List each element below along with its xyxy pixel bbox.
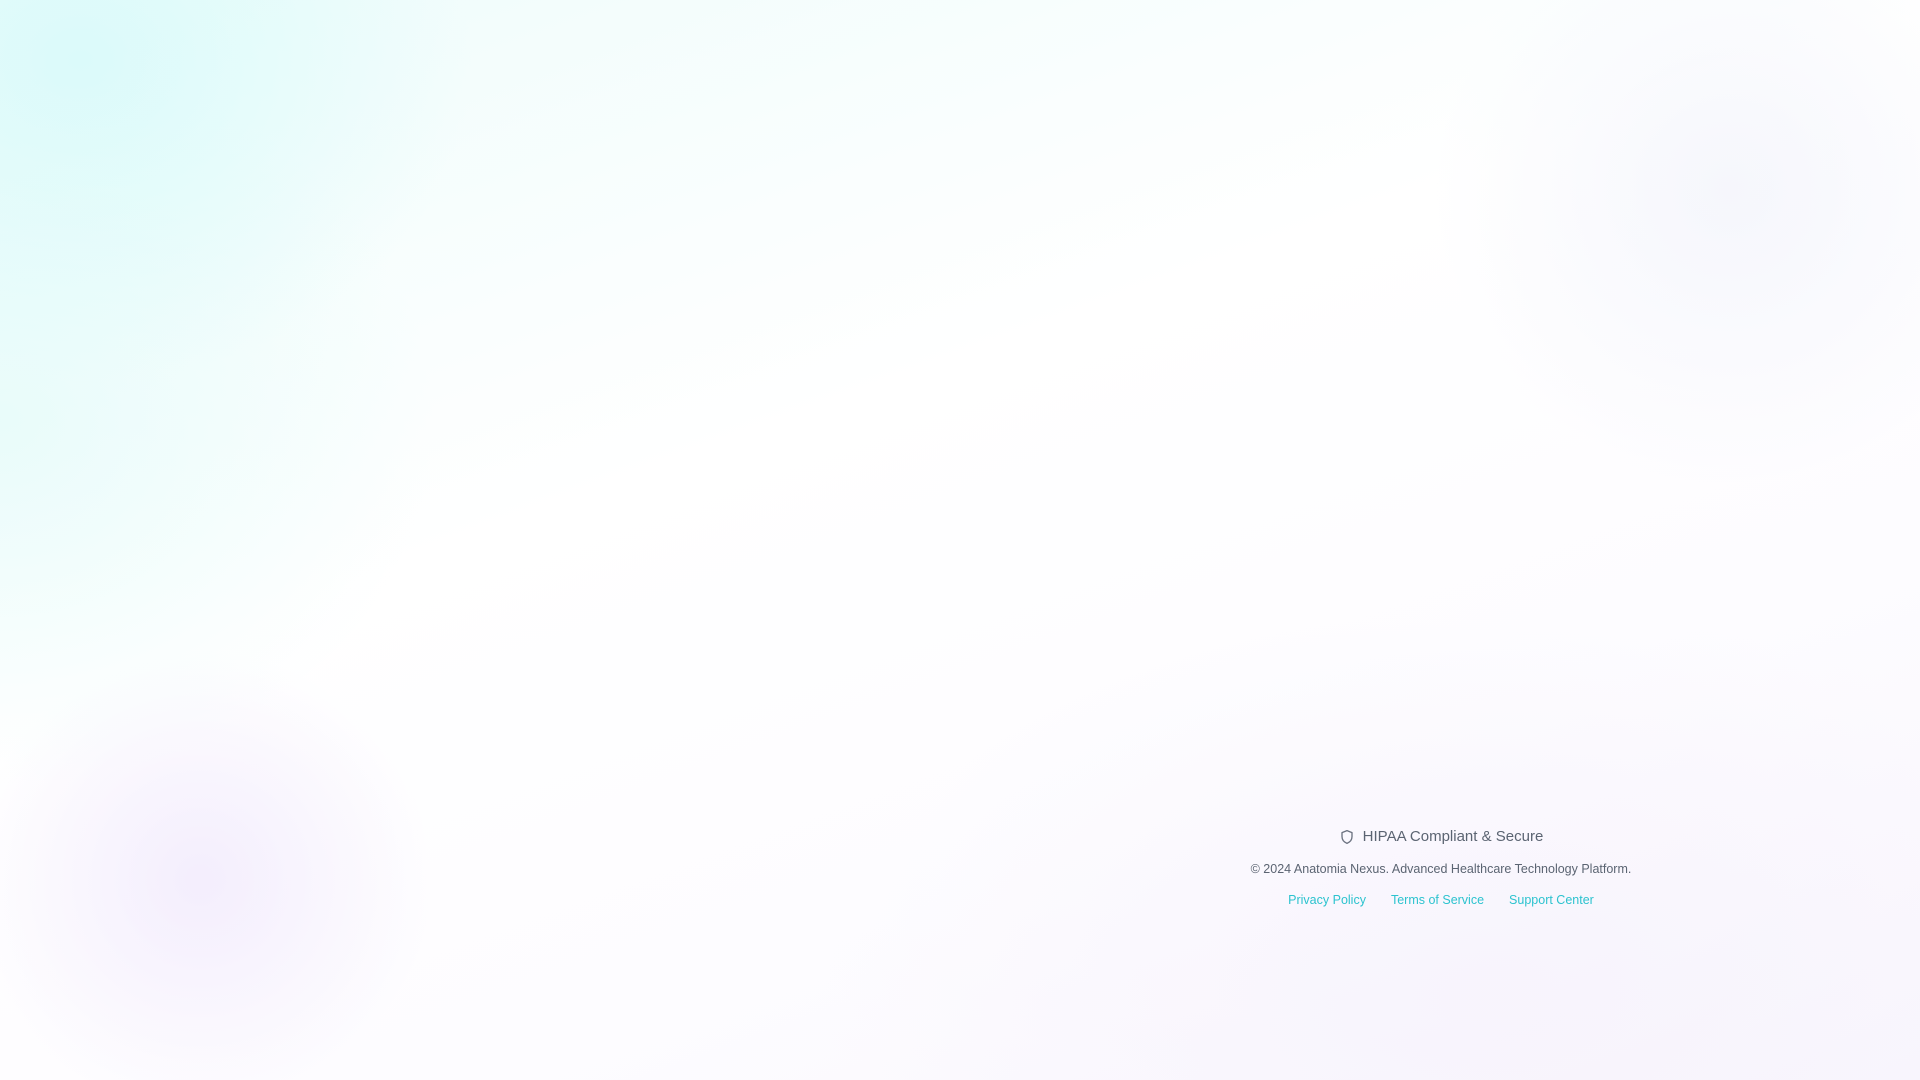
privacy-policy-link[interactable]: Privacy Policy bbox=[1288, 891, 1366, 909]
shield-icon bbox=[1339, 829, 1355, 845]
footer-links: Privacy Policy Terms of Service Support … bbox=[1288, 891, 1594, 909]
support-center-link[interactable]: Support Center bbox=[1509, 891, 1594, 909]
compliance-badge: HIPAA Compliant & Secure bbox=[1339, 827, 1544, 847]
copyright-text: © 2024 Anatomia Nexus. Advanced Healthca… bbox=[1250, 862, 1632, 876]
terms-of-service-link[interactable]: Terms of Service bbox=[1391, 891, 1484, 909]
compliance-label: HIPAA Compliant & Secure bbox=[1362, 828, 1544, 845]
page-footer: HIPAA Compliant & Secure © 2024 Anatomia… bbox=[1241, 827, 1641, 909]
